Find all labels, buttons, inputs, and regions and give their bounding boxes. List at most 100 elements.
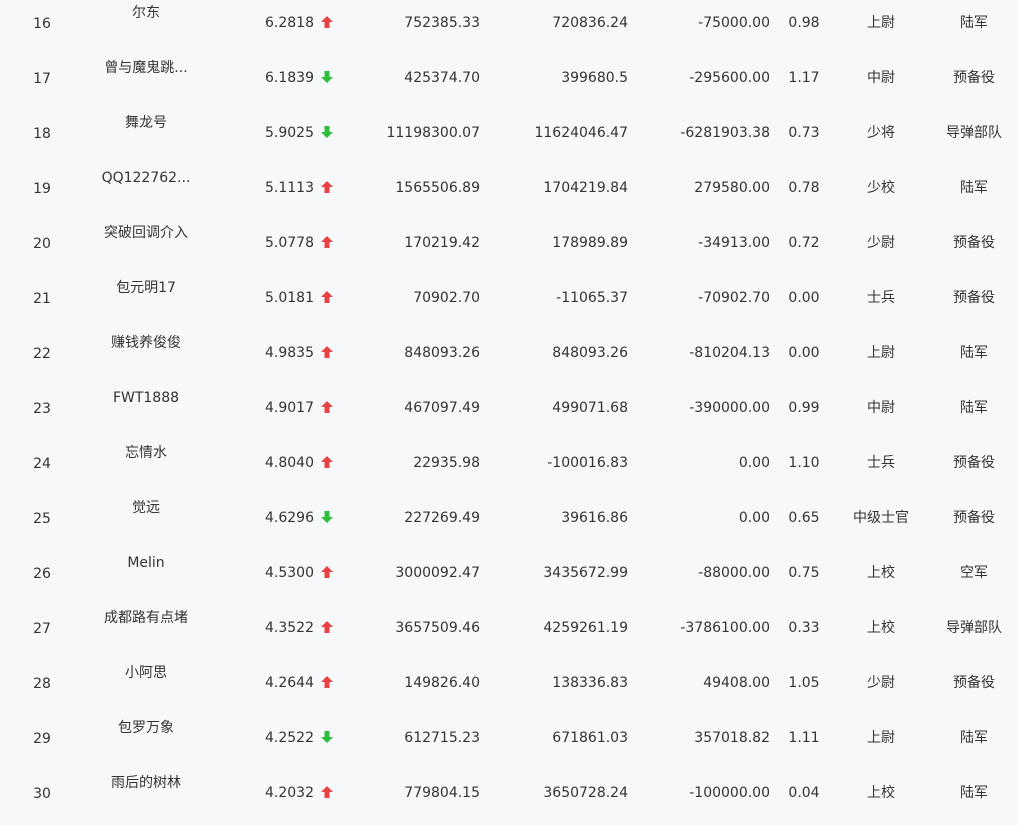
user-name-link[interactable]: 忘情水	[76, 443, 216, 463]
value-3: -75000.00	[698, 15, 770, 31]
branch-label: 导弹部队	[946, 620, 1002, 636]
military-rank-label: 中级士官	[853, 510, 909, 526]
branch-label: 预备役	[953, 455, 995, 471]
rank-number: 21	[33, 291, 51, 307]
value-1: 467097.49	[404, 400, 480, 416]
rank-number: 20	[33, 236, 51, 252]
value-1: 149826.40	[404, 675, 480, 691]
table-row[interactable]: 29 包罗万象 4.2522 612715.23 671861.03 35701…	[0, 715, 1018, 770]
table-row[interactable]: 25 觉远 4.6296 227269.49 39616.86 0.00 0.6…	[0, 495, 1018, 550]
arrow-down-icon	[320, 510, 336, 526]
value-1: 612715.23	[404, 730, 480, 746]
table-row[interactable]: 26 Melin 4.5300 3000092.47 3435672.99 -8…	[0, 550, 1018, 605]
branch-label: 预备役	[953, 290, 995, 306]
ratio-value: 4.9017	[265, 400, 314, 416]
rank-number: 17	[33, 71, 51, 87]
user-name-link[interactable]: QQ122762...	[76, 168, 216, 188]
branch-label: 陆军	[960, 180, 988, 196]
value-2: 1704219.84	[543, 180, 628, 196]
percentage-value: 1.05	[788, 675, 820, 691]
user-name-link[interactable]: Melin	[76, 553, 216, 573]
ratio-value: 4.3522	[265, 620, 314, 636]
military-rank-label: 少尉	[867, 675, 895, 691]
percentage-value: 0.73	[788, 125, 820, 141]
branch-label: 预备役	[953, 235, 995, 251]
rank-number: 23	[33, 401, 51, 417]
value-3: 279580.00	[694, 180, 770, 196]
value-3: -100000.00	[689, 785, 770, 801]
military-rank-label: 少将	[867, 125, 895, 141]
ratio-value: 4.8040	[265, 455, 314, 471]
arrow-up-icon	[320, 565, 336, 581]
military-rank-label: 上尉	[867, 730, 895, 746]
value-1: 3000092.47	[395, 565, 480, 581]
arrow-up-icon	[320, 455, 336, 471]
percentage-value: 0.04	[788, 785, 820, 801]
military-rank-label: 上尉	[867, 15, 895, 31]
value-1: 3657509.46	[395, 620, 480, 636]
ratio-value: 5.0778	[265, 235, 314, 251]
value-3: 0.00	[738, 510, 770, 526]
branch-label: 导弹部队	[946, 125, 1002, 141]
user-name-link[interactable]: 包元明17	[76, 278, 216, 298]
value-2: 671861.03	[552, 730, 628, 746]
user-name-link[interactable]: 雨后的树林	[76, 773, 216, 793]
value-2: -11065.37	[556, 290, 628, 306]
value-2: 399680.5	[561, 70, 628, 86]
table-row[interactable]: 24 忘情水 4.8040 22935.98 -100016.83 0.00 1…	[0, 440, 1018, 495]
military-rank-label: 上校	[867, 620, 895, 636]
military-rank-label: 少校	[867, 180, 895, 196]
user-name-link[interactable]: 小阿思	[76, 663, 216, 683]
user-name-link[interactable]: 突破回调介入	[76, 223, 216, 243]
branch-label: 陆军	[960, 730, 988, 746]
table-row[interactable]: 16 尔东 6.2818 752385.33 720836.24 -75000.…	[0, 0, 1018, 55]
table-row[interactable]: 20 突破回调介入 5.0778 170219.42 178989.89 -34…	[0, 220, 1018, 275]
user-name-link[interactable]: 尔东	[76, 3, 216, 23]
value-3: -88000.00	[698, 565, 770, 581]
user-name-link[interactable]: 舞龙号	[76, 113, 216, 133]
value-2: 178989.89	[552, 235, 628, 251]
arrow-down-icon	[320, 730, 336, 746]
arrow-down-icon	[320, 125, 336, 141]
branch-label: 陆军	[960, 15, 988, 31]
value-2: 720836.24	[552, 15, 628, 31]
rank-number: 22	[33, 346, 51, 362]
value-3: -6281903.38	[680, 125, 770, 141]
table-row[interactable]: 17 曾与魔鬼跳... 6.1839 425374.70 399680.5 -2…	[0, 55, 1018, 110]
rank-number: 25	[33, 511, 51, 527]
arrow-up-icon	[320, 345, 336, 361]
user-name-link[interactable]: FWT1888	[76, 388, 216, 408]
percentage-value: 1.10	[788, 455, 820, 471]
value-1: 11198300.07	[386, 125, 480, 141]
ratio-value: 4.2644	[265, 675, 314, 691]
table-row[interactable]: 30 雨后的树林 4.2032 779804.15 3650728.24 -10…	[0, 770, 1018, 825]
ranking-table: 16 尔东 6.2818 752385.33 720836.24 -75000.…	[0, 0, 1018, 812]
user-name-link[interactable]: 觉远	[76, 498, 216, 518]
table-row[interactable]: 22 赚钱养俊俊 4.9835 848093.26 848093.26 -810…	[0, 330, 1018, 385]
value-3: -810204.13	[689, 345, 770, 361]
table-row[interactable]: 18 舞龙号 5.9025 11198300.07 11624046.47 -6…	[0, 110, 1018, 165]
military-rank-label: 少尉	[867, 235, 895, 251]
value-3: -3786100.00	[680, 620, 770, 636]
value-2: 3650728.24	[543, 785, 628, 801]
value-3: 0.00	[738, 455, 770, 471]
user-name-link[interactable]: 成都路有点堵	[76, 608, 216, 628]
table-row[interactable]: 23 FWT1888 4.9017 467097.49 499071.68 -3…	[0, 385, 1018, 440]
table-row[interactable]: 28 小阿思 4.2644 149826.40 138336.83 49408.…	[0, 660, 1018, 715]
arrow-up-icon	[320, 235, 336, 251]
rank-number: 16	[33, 16, 51, 32]
user-name-link[interactable]: 赚钱养俊俊	[76, 333, 216, 353]
table-row[interactable]: 21 包元明17 5.0181 70902.70 -11065.37 -7090…	[0, 275, 1018, 330]
branch-label: 陆军	[960, 345, 988, 361]
rank-number: 26	[33, 566, 51, 582]
table-row[interactable]: 27 成都路有点堵 4.3522 3657509.46 4259261.19 -…	[0, 605, 1018, 660]
rank-number: 24	[33, 456, 51, 472]
value-2: 4259261.19	[543, 620, 628, 636]
table-row[interactable]: 19 QQ122762... 5.1113 1565506.89 1704219…	[0, 165, 1018, 220]
user-name-link[interactable]: 包罗万象	[76, 718, 216, 738]
user-name-link[interactable]: 曾与魔鬼跳...	[76, 58, 216, 78]
ratio-value: 4.9835	[265, 345, 314, 361]
ratio-value: 5.9025	[265, 125, 314, 141]
percentage-value: 0.00	[788, 290, 820, 306]
rank-number: 19	[33, 181, 51, 197]
